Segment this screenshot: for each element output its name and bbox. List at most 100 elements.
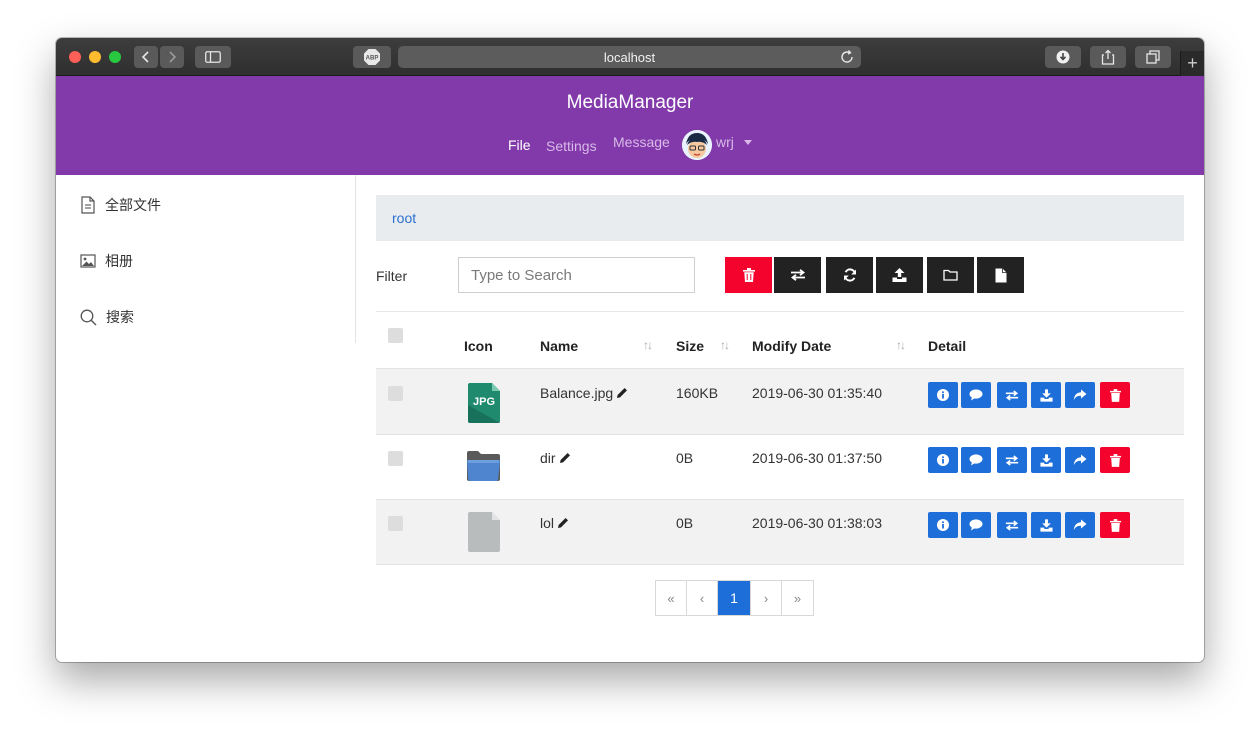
app-header: MediaManager bbox=[56, 76, 1204, 175]
app-title: MediaManager bbox=[566, 92, 694, 113]
column-header-size[interactable]: Size bbox=[676, 338, 704, 354]
close-window-button[interactable] bbox=[69, 51, 81, 63]
url-text: localhost bbox=[603, 49, 656, 65]
nav-settings[interactable]: Settings bbox=[546, 138, 597, 154]
pencil-icon[interactable] bbox=[557, 517, 569, 529]
sidebar-item-label: 相册 bbox=[105, 253, 133, 269]
breadcrumb-root-link[interactable]: root bbox=[392, 210, 416, 226]
sidebar-item-label: 搜索 bbox=[106, 309, 134, 325]
download-button[interactable] bbox=[1031, 447, 1061, 473]
new-folder-button[interactable] bbox=[927, 257, 974, 293]
delete-button[interactable] bbox=[1100, 512, 1130, 538]
row-checkbox[interactable] bbox=[388, 386, 403, 401]
tabs-overview-button[interactable] bbox=[1135, 46, 1171, 68]
refresh-button[interactable] bbox=[826, 257, 873, 293]
comment-button[interactable] bbox=[961, 512, 991, 538]
new-tab-button[interactable]: + bbox=[1180, 51, 1204, 76]
sidebar-item-album[interactable]: 相册 bbox=[80, 251, 133, 271]
adblock-icon: ABP bbox=[364, 49, 380, 65]
nav-user-name[interactable]: wrj bbox=[716, 134, 734, 150]
pencil-icon[interactable] bbox=[616, 387, 628, 399]
info-button[interactable] bbox=[928, 382, 958, 408]
sort-size-icon[interactable]: ↑↓ bbox=[720, 338, 730, 352]
file-name-text[interactable]: lol bbox=[540, 515, 554, 531]
file-name[interactable]: dir bbox=[540, 450, 571, 466]
share-button[interactable] bbox=[1065, 447, 1095, 473]
info-button[interactable] bbox=[928, 512, 958, 538]
adblock-button[interactable]: ABP bbox=[353, 46, 391, 68]
trash-icon bbox=[1109, 453, 1121, 467]
nav-message[interactable]: Message bbox=[613, 134, 670, 150]
sidebar: 全部文件 相册 搜索 bbox=[56, 175, 356, 343]
delete-selected-button[interactable] bbox=[725, 257, 772, 293]
sidebar-item-search[interactable]: 搜索 bbox=[80, 307, 134, 327]
file-name[interactable]: lol bbox=[540, 515, 569, 531]
info-icon bbox=[937, 389, 949, 401]
row-checkbox[interactable] bbox=[388, 516, 403, 531]
file-date: 2019-06-30 01:38:03 bbox=[752, 515, 882, 531]
reload-icon[interactable] bbox=[839, 49, 855, 65]
move-button[interactable] bbox=[997, 512, 1027, 538]
page-last-button[interactable]: » bbox=[782, 581, 813, 615]
sort-date-icon[interactable]: ↑↓ bbox=[896, 338, 906, 352]
sort-name-icon[interactable]: ↑↓ bbox=[643, 338, 653, 352]
download-button[interactable] bbox=[1031, 512, 1061, 538]
row-checkbox[interactable] bbox=[388, 451, 403, 466]
sidebar-item-all-files[interactable]: 全部文件 bbox=[80, 195, 161, 215]
page-current-button[interactable]: 1 bbox=[718, 581, 751, 615]
filter-label: Filter bbox=[376, 268, 408, 284]
file-name-text[interactable]: dir bbox=[540, 450, 556, 466]
jpg-file-icon: JPG bbox=[468, 383, 500, 423]
sidebar-toggle-button[interactable] bbox=[195, 46, 231, 68]
column-header-name[interactable]: Name bbox=[540, 338, 578, 354]
swap-icon bbox=[1005, 519, 1019, 531]
trash-icon bbox=[742, 268, 755, 282]
download-icon bbox=[1039, 453, 1053, 467]
minimize-window-button[interactable] bbox=[89, 51, 101, 63]
comment-icon bbox=[969, 519, 983, 531]
nav-file[interactable]: File bbox=[508, 137, 531, 153]
move-selected-button[interactable] bbox=[774, 257, 821, 293]
page-prev-button[interactable]: ‹ bbox=[687, 581, 718, 615]
file-name[interactable]: Balance.jpg bbox=[540, 385, 628, 401]
info-button[interactable] bbox=[928, 447, 958, 473]
info-icon bbox=[937, 519, 949, 531]
comment-icon bbox=[969, 454, 983, 466]
move-button[interactable] bbox=[997, 382, 1027, 408]
folder-file-icon bbox=[467, 451, 501, 481]
move-button[interactable] bbox=[997, 447, 1027, 473]
share-page-button[interactable] bbox=[1090, 46, 1126, 68]
share-button[interactable] bbox=[1065, 382, 1095, 408]
file-name-text[interactable]: Balance.jpg bbox=[540, 385, 613, 401]
delete-button[interactable] bbox=[1100, 447, 1130, 473]
column-header-date[interactable]: Modify Date bbox=[752, 338, 831, 354]
sidebar-icon bbox=[205, 51, 221, 63]
forward-button[interactable] bbox=[160, 46, 184, 68]
page-first-button[interactable]: « bbox=[656, 581, 687, 615]
upload-button[interactable] bbox=[876, 257, 923, 293]
share-icon bbox=[1101, 49, 1115, 65]
downloads-button[interactable] bbox=[1045, 46, 1081, 68]
share-button[interactable] bbox=[1065, 512, 1095, 538]
tabs-icon bbox=[1146, 50, 1160, 64]
select-all-checkbox[interactable] bbox=[388, 328, 403, 343]
avatar[interactable] bbox=[682, 130, 712, 160]
address-bar[interactable]: localhost bbox=[398, 46, 861, 68]
comment-button[interactable] bbox=[961, 382, 991, 408]
pencil-icon[interactable] bbox=[559, 452, 571, 464]
column-header-icon: Icon bbox=[464, 338, 493, 354]
chevron-down-icon[interactable] bbox=[744, 140, 752, 145]
comment-icon bbox=[969, 389, 983, 401]
trash-icon bbox=[1109, 388, 1121, 402]
chevron-left-icon bbox=[141, 51, 149, 63]
download-icon bbox=[1039, 518, 1053, 532]
back-button[interactable] bbox=[134, 46, 158, 68]
page-next-button[interactable]: › bbox=[751, 581, 782, 615]
breadcrumb: root bbox=[376, 195, 1184, 241]
search-input[interactable] bbox=[458, 257, 695, 293]
download-button[interactable] bbox=[1031, 382, 1061, 408]
comment-button[interactable] bbox=[961, 447, 991, 473]
new-file-button[interactable] bbox=[977, 257, 1024, 293]
delete-button[interactable] bbox=[1100, 382, 1130, 408]
zoom-window-button[interactable] bbox=[109, 51, 121, 63]
